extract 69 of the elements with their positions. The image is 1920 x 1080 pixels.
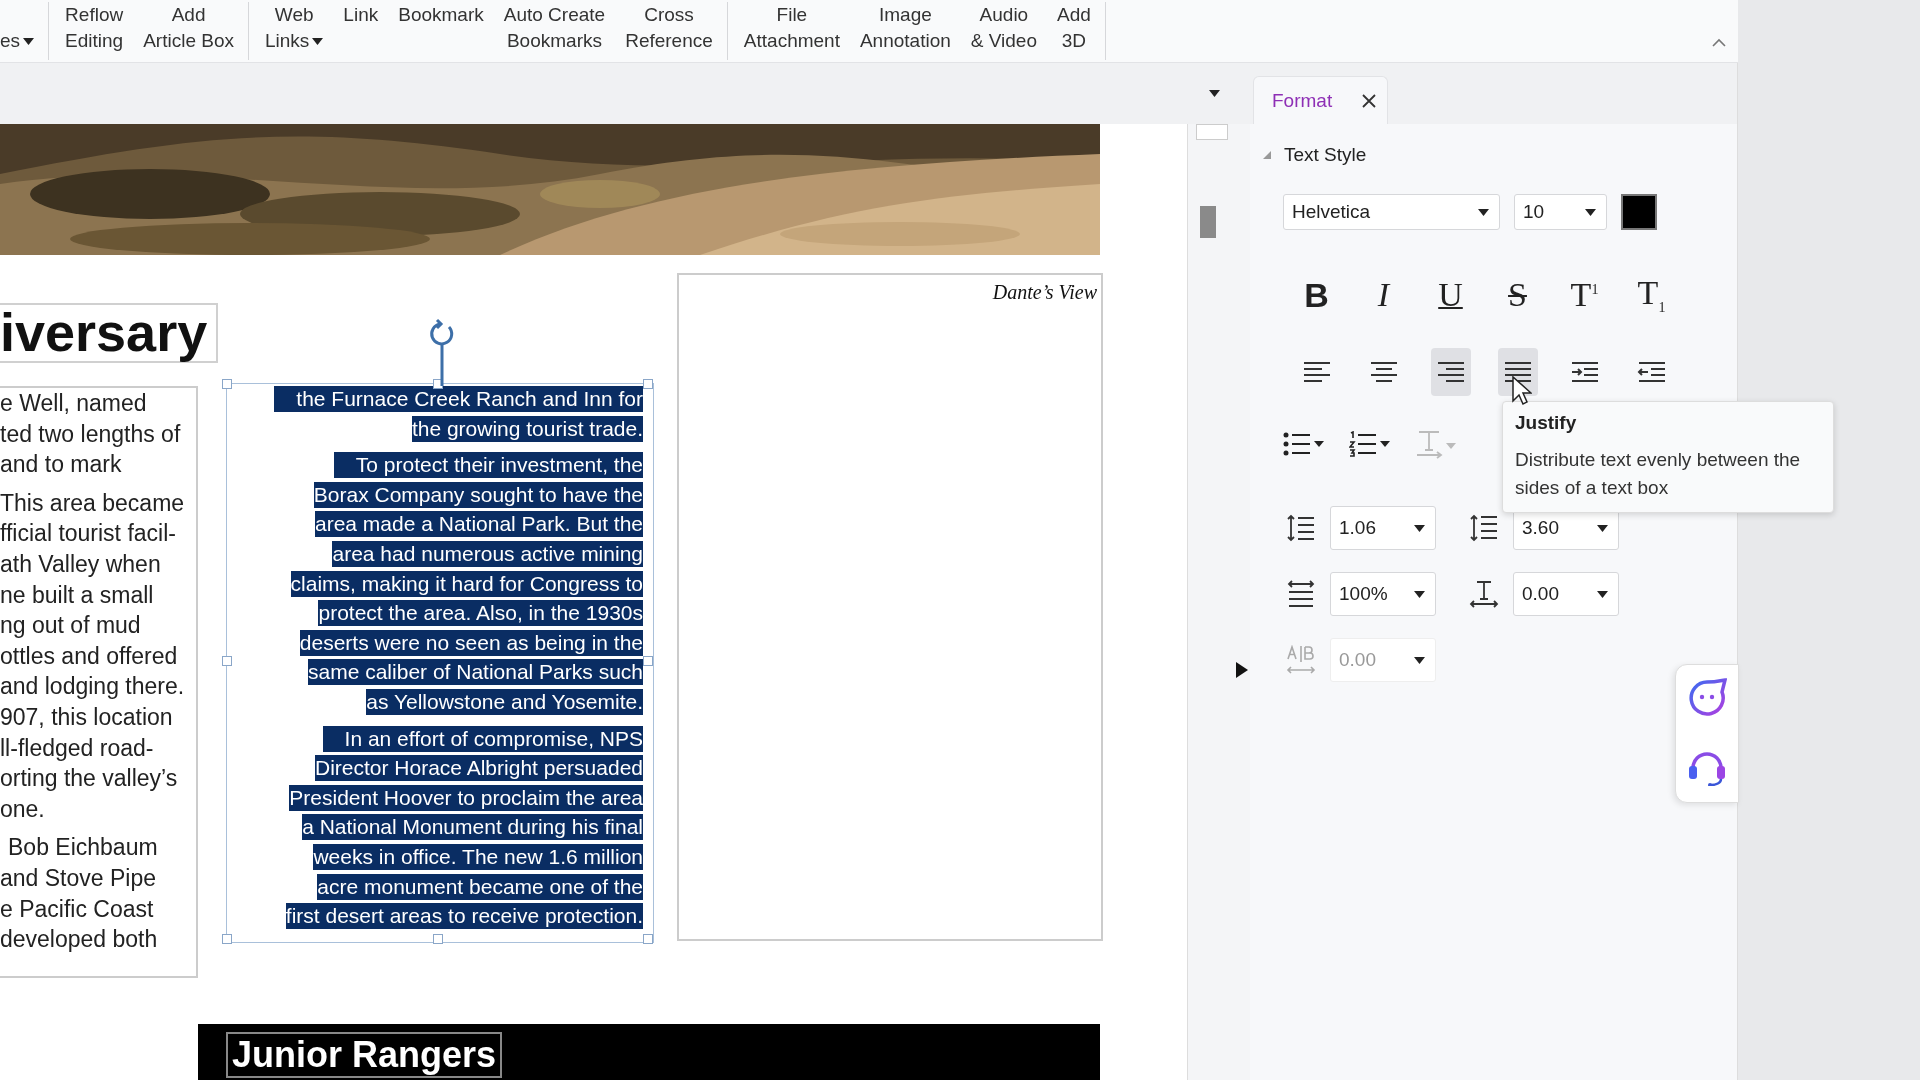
- collapse-triangle-icon[interactable]: [1262, 150, 1272, 160]
- subscript-button[interactable]: T$_{1}$: [1618, 271, 1685, 319]
- list-button[interactable]: [1349, 431, 1391, 460]
- ribbon-button[interactable]: Web Links: [255, 2, 334, 54]
- spacing-dropdown[interactable]: 1.06: [1330, 506, 1436, 550]
- superscript-button[interactable]: T$^{1}$: [1551, 271, 1618, 319]
- ribbon-button[interactable]: File Attachment: [733, 2, 850, 54]
- section-title: Text Style: [1284, 144, 1367, 166]
- caret-icon: [1597, 524, 1608, 532]
- italic-button[interactable]: I: [1350, 271, 1417, 319]
- chat-assistant-icon[interactable]: [1687, 677, 1727, 719]
- paragraph-spacing-icon: [1469, 513, 1499, 543]
- underline-button[interactable]: U: [1417, 271, 1484, 319]
- numbered-list-icon: [1349, 431, 1391, 457]
- caret-icon: [1597, 590, 1608, 598]
- caret-icon: [1414, 524, 1425, 532]
- format-tab[interactable]: Format: [1253, 76, 1388, 124]
- resize-handle[interactable]: [222, 379, 232, 389]
- ribbon-button[interactable]: Audio & Video: [960, 2, 1047, 54]
- tooltip-title: Justify: [1515, 412, 1578, 434]
- article-heading: iversary: [0, 303, 218, 363]
- caret-icon: [1414, 656, 1425, 664]
- ribbon-button[interactable]: Add 3D: [1047, 2, 1106, 60]
- resize-handle[interactable]: [643, 934, 653, 944]
- character-spacing-icon: [1469, 579, 1499, 609]
- align-button[interactable]: [1430, 348, 1471, 396]
- tooltip-text: Distribute text evenly between the sides of a text box: [1515, 448, 1802, 500]
- ribbon-button[interactable]: es: [0, 2, 50, 60]
- section-heading: Junior Rangers: [226, 1032, 503, 1078]
- font-size-dropdown[interactable]: 10: [1514, 194, 1607, 230]
- spacing-dropdown[interactable]: 0.00: [1513, 572, 1619, 616]
- resize-handle[interactable]: [643, 656, 653, 666]
- scrollbar-thumb[interactable]: [1200, 206, 1217, 238]
- caret-icon: [1478, 208, 1489, 216]
- caret-icon: [23, 37, 35, 45]
- word-spacing-icon: [1286, 645, 1316, 675]
- dropdown-icon: [1209, 90, 1220, 97]
- resize-handle[interactable]: [222, 934, 232, 944]
- bullet-list-icon: [1283, 431, 1325, 457]
- ribbon-button[interactable]: Auto Create Bookmarks: [493, 2, 616, 54]
- caret-icon: [1585, 208, 1596, 216]
- caret-icon: [312, 37, 324, 45]
- paragraph: e Well, named ted two lengths of and to mark: [0, 389, 182, 480]
- resize-handle[interactable]: [222, 656, 232, 666]
- font-color-swatch[interactable]: [1621, 194, 1657, 230]
- ribbon-button[interactable]: Reflow Editing: [55, 2, 134, 54]
- character-scale-icon: [1286, 579, 1316, 609]
- font-dropdown[interactable]: Helvetica: [1283, 194, 1500, 230]
- paragraph: In an effort of compromise, NPS Director Horace Albright persuaded President Hoover to proclaim the area a National Monument during his final weeks in office. The new 1.6 million acre monument became one of the first desert areas to receive protection.: [284, 724, 643, 931]
- ribbon-button[interactable]: Add Article Box: [133, 2, 249, 60]
- resize-handle[interactable]: [433, 934, 443, 944]
- line-spacing-icon: [1286, 513, 1316, 543]
- paragraph: the Furnace Creek Ranch and Inn for the growing tourist trade.: [227, 384, 643, 444]
- collapse-icon[interactable]: [1712, 38, 1726, 47]
- paragraph: Bob Eichbaum and Stove Pipe e Pacific Coast developed both: [0, 833, 159, 955]
- paragraph: This area became fficial tourist facil- ath Valley when ne built a small ng out of mud ottles and offered and lodging there. 907, this location ll-fledged road- orting the valley’s one.: [0, 488, 186, 824]
- text-direction-icon: [1415, 429, 1457, 459]
- resize-handle[interactable]: [643, 379, 653, 389]
- ribbon-button[interactable]: Cross Reference: [615, 2, 728, 60]
- ribbon-button[interactable]: Link: [333, 2, 389, 54]
- strike-button[interactable]: S: [1484, 271, 1551, 319]
- paragraph: To protect their investment, the Borax Company sought to have the area made a National Park. But the area had numerous active mining claims, making it hard for Congress to protect the area. Also, in the 1930s deserts were no seen as being in the same caliber of National Parks such as Yellowstone and Yosemite.: [289, 451, 643, 717]
- bold-button[interactable]: B: [1283, 271, 1350, 319]
- close-icon[interactable]: [1361, 92, 1377, 109]
- photo-caption: Dante’s View: [992, 281, 1097, 303]
- ribbon-button[interactable]: Image Annotation: [849, 2, 961, 54]
- caret-icon: [1414, 590, 1425, 598]
- ribbon-button[interactable]: Bookmark: [388, 2, 494, 54]
- spacing-dropdown[interactable]: 100%: [1330, 572, 1436, 616]
